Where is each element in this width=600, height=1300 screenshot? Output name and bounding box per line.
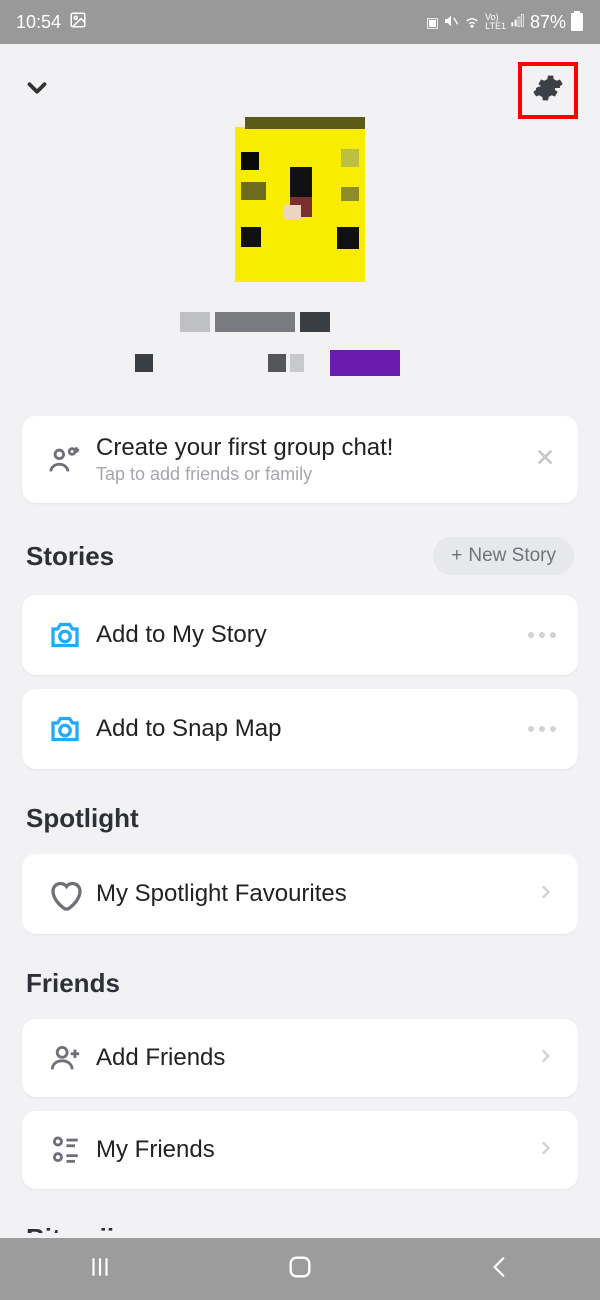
status-time: 10:54 [16,12,61,33]
add-to-snap-map-card[interactable]: Add to Snap Map [22,689,578,769]
lte-icon: Vo)LTE1 [485,13,506,31]
more-icon[interactable] [528,726,556,732]
wifi-icon [463,12,481,33]
create-group-chat-card[interactable]: Create your first group chat! Tap to add… [22,416,578,503]
close-icon[interactable] [534,446,556,473]
add-friend-icon [44,1041,86,1075]
friends-item-label: Add Friends [96,1044,536,1072]
group-chat-subtitle: Tap to add friends or family [96,464,534,485]
dropdown-chevron-icon[interactable] [22,73,52,108]
story-item-label: Add to Snap Map [96,715,528,743]
chevron-right-icon [536,1138,556,1163]
chevron-right-icon [536,882,556,907]
chevron-right-icon [536,1046,556,1071]
spotlight-item-label: My Spotlight Favourites [96,880,536,908]
new-story-button[interactable]: + New Story [433,537,574,575]
charge-icon: ▣ [426,14,439,31]
android-nav-bar [0,1238,600,1300]
group-chat-title: Create your first group chat! [96,434,534,462]
new-story-label: New Story [468,545,556,567]
camera-icon [44,617,86,653]
plus-icon: + [451,545,462,567]
profile-avatar[interactable] [235,127,365,282]
spotlight-favourites-card[interactable]: My Spotlight Favourites [22,854,578,934]
friends-item-label: My Friends [96,1136,536,1164]
section-header-spotlight: Spotlight [0,783,600,840]
add-friends-card[interactable]: Add Friends [22,1019,578,1097]
signal-icon [510,13,526,32]
settings-button-highlight [518,62,578,119]
section-title-stories: Stories [26,541,114,572]
status-bar: 10:54 ▣ Vo)LTE1 87% [0,0,600,44]
battery-icon [570,11,584,34]
section-title-bitmoji: Bitmoji [0,1203,600,1233]
status-battery: 87% [530,12,566,33]
story-item-label: Add to My Story [96,621,528,649]
more-icon[interactable] [528,632,556,638]
mute-icon [443,13,459,32]
section-header-stories: Stories + New Story [0,517,600,581]
recent-apps-button[interactable] [87,1254,113,1285]
section-header-friends: Friends [0,948,600,1005]
friends-list-icon [44,1133,86,1167]
section-title-spotlight: Spotlight [26,803,139,834]
add-to-my-story-card[interactable]: Add to My Story [22,595,578,675]
section-title-friends: Friends [26,968,120,999]
camera-icon [44,711,86,747]
settings-gear-icon[interactable] [532,72,564,109]
my-friends-card[interactable]: My Friends [22,1111,578,1189]
group-icon [44,443,86,477]
profile-name-censored [120,312,480,402]
picture-icon [69,11,87,34]
home-button[interactable] [286,1253,314,1286]
back-button[interactable] [487,1254,513,1285]
heart-icon [44,876,86,912]
